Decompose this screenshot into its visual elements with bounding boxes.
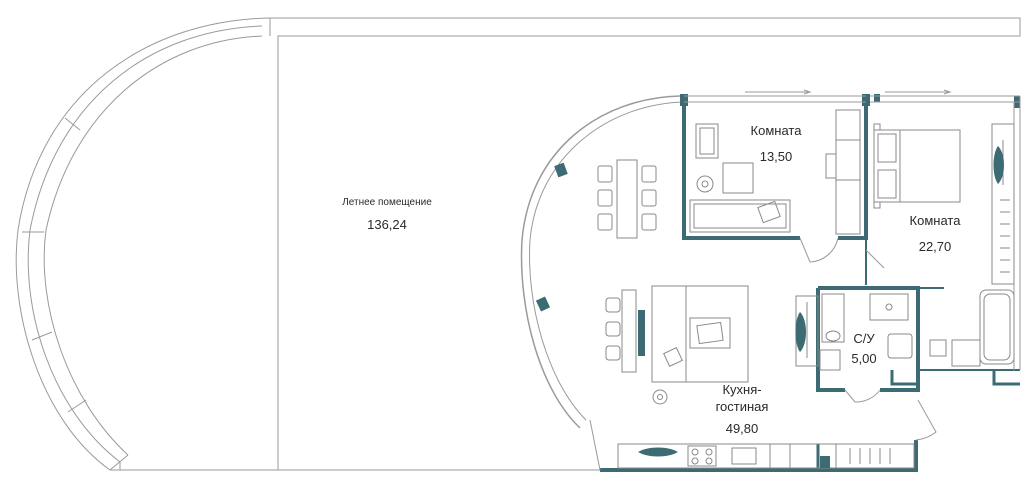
room-summer-area: 136,24 xyxy=(367,217,407,232)
room-kitchen-area: 49,80 xyxy=(725,421,759,436)
floor-plan xyxy=(15,17,1021,472)
room-kitchen-name-line2: гостиная xyxy=(715,399,769,414)
room-bedroom-1-area: 13,50 xyxy=(759,149,793,164)
room-summer-space: Летнее помещение 136,24 xyxy=(317,195,457,233)
room-bedroom-2-area: 22,70 xyxy=(918,239,952,254)
room-bathroom: С/У 5,00 xyxy=(839,331,889,367)
room-bedroom-1-name: Комната xyxy=(750,123,802,138)
room-bathroom-name: С/У xyxy=(853,331,875,346)
accent-fills xyxy=(638,146,1004,468)
room-kitchen-name-line1: Кухня- xyxy=(722,382,762,397)
room-bedroom-1: Комната 13,50 xyxy=(731,123,821,165)
room-kitchen-living: Кухня- гостиная 49,80 xyxy=(697,381,787,437)
room-bathroom-area: 5,00 xyxy=(851,351,877,366)
room-summer-name: Летнее помещение xyxy=(342,197,432,208)
room-bedroom-2-name: Комната xyxy=(909,213,961,228)
room-bedroom-2: Комната 22,70 xyxy=(890,213,980,255)
terrace-outline xyxy=(15,17,1021,471)
